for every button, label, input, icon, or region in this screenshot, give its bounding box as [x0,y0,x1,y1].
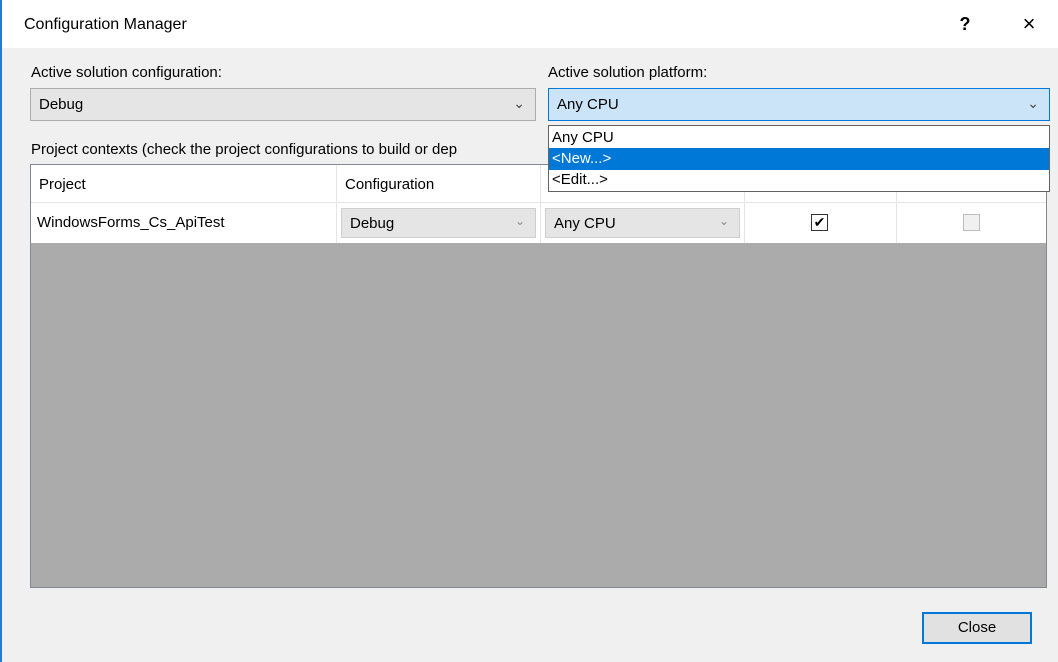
row-configuration-cell: Debug ⌄ [337,203,541,243]
title-bar: Configuration Manager ? × [2,0,1058,48]
project-contexts-grid: Project Configuration WindowsForms_Cs_Ap… [30,164,1047,588]
checkmark-icon: ✔ [813,214,826,230]
row-build-cell: ✔ [745,203,897,243]
project-name: WindowsForms_Cs_ApiTest [37,214,225,231]
row-configuration-combo[interactable]: Debug ⌄ [341,208,536,238]
row-platform-cell: Any CPU ⌄ [541,203,745,243]
row-deploy-cell [897,203,1046,243]
help-button[interactable]: ? [955,10,975,38]
window-title: Configuration Manager [24,16,187,33]
row-platform-combo[interactable]: Any CPU ⌄ [545,208,740,238]
active-platform-combo[interactable]: Any CPU ⌄ [548,88,1050,121]
deploy-checkbox [963,214,980,231]
close-window-button[interactable]: × [1010,6,1048,42]
build-checkbox[interactable]: ✔ [811,214,828,231]
column-header-project[interactable]: Project [31,165,337,203]
platform-dropdown-list: Any CPU <New...> <Edit...> [548,125,1050,192]
close-button[interactable]: Close [922,612,1032,644]
active-config-label: Active solution configuration: [31,64,222,81]
configuration-manager-dialog: Configuration Manager ? × Active solutio… [0,0,1058,662]
active-config-value: Debug [39,96,84,113]
chevron-down-icon: ⌄ [718,214,729,228]
table-row-project-cell[interactable]: WindowsForms_Cs_ApiTest [31,203,337,243]
active-platform-value: Any CPU [557,96,619,113]
row-configuration-value: Debug [350,215,395,232]
chevron-down-icon: ⌄ [513,95,525,111]
project-contexts-label: Project contexts (check the project conf… [31,141,458,158]
active-config-combo[interactable]: Debug ⌄ [30,88,536,121]
dropdown-option-edit[interactable]: <Edit...> [549,169,1049,191]
active-platform-label: Active solution platform: [548,64,708,81]
column-header-configuration[interactable]: Configuration [337,165,541,203]
dropdown-option-any-cpu[interactable]: Any CPU [549,127,1049,149]
chevron-down-icon: ⌄ [514,214,525,228]
dropdown-option-new[interactable]: <New...> [549,148,1049,170]
row-platform-value: Any CPU [554,215,616,232]
chevron-down-icon: ⌄ [1027,95,1039,111]
